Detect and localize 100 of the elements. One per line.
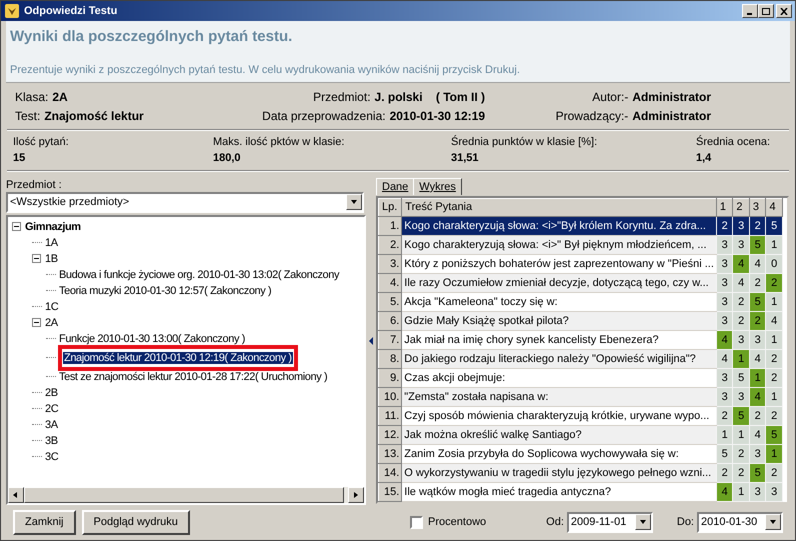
tree-item[interactable]: 2B bbox=[44, 384, 59, 402]
table-row[interactable]: 9. Czas akcji obejmuje: 3 5 1 2 bbox=[378, 368, 782, 388]
stat-value: 31,51 bbox=[451, 151, 480, 166]
table-cell: Jak miał na imię chory synek kancelisty Ebenezera? bbox=[402, 330, 716, 350]
table-cell: 1 bbox=[716, 425, 733, 444]
stat-value: 1,4 bbox=[696, 151, 712, 166]
tree-item[interactable]: Test ze znajomości lektur 2010-01-28 17:22( Uruchomiony ) bbox=[58, 368, 328, 386]
table-row[interactable]: 1. Kogo charakteryzują słowa: <i>"Był królem Koryntu. Za zdra... 2 3 2 5 bbox=[378, 216, 782, 236]
table-cell: Do jakiego rodzaju literackiego należy "Opowieść wigilijna"? bbox=[402, 349, 716, 368]
tree-item[interactable]: Teoria muzyki 2010-01-30 12:57( Zakonczony ) bbox=[58, 282, 272, 300]
row-number: 11. bbox=[378, 406, 402, 426]
tree-item[interactable]: 2C bbox=[44, 400, 60, 418]
table-row[interactable]: 11. Czyj sposób mówienia charakteryzują krótkie, urywane wypo... 2 5 2 2 bbox=[378, 406, 782, 426]
info-label: Przedmiot: bbox=[313, 88, 371, 106]
caret-icon bbox=[350, 198, 358, 206]
table-cell: 3 bbox=[716, 311, 733, 330]
table-row[interactable]: 15. Ile wątków mogła mieć tragedia antyczna? 4 1 3 3 bbox=[378, 482, 782, 502]
column-header[interactable]: 1 bbox=[716, 198, 733, 216]
table-cell: Kogo charakteryzują słowa: <i>" Był pięknym młodzieńcem, ... bbox=[402, 235, 716, 254]
table-row[interactable]: 10. "Zemsta" została napisana w: 3 3 4 1 bbox=[378, 387, 782, 406]
row-number: 12. bbox=[378, 425, 402, 444]
table-row[interactable]: 14. O wykorzystywaniu w tragedii stylu językowego pełnego wzni... 2 2 5 2 bbox=[378, 463, 782, 482]
info-value: Administrator bbox=[632, 108, 711, 125]
row-number: 3. bbox=[378, 254, 402, 274]
tree-item[interactable]: Gimnazjum bbox=[24, 218, 82, 236]
column-header[interactable]: Lp. bbox=[378, 198, 402, 216]
table-cell: Czyj sposób mówienia charakteryzują krótkie, urywane wypo... bbox=[402, 406, 716, 426]
caret-icon bbox=[769, 518, 777, 526]
collapse-icon[interactable] bbox=[12, 222, 21, 232]
collapse-icon[interactable] bbox=[32, 318, 41, 328]
row-number: 1. bbox=[378, 216, 402, 236]
app-icon bbox=[4, 3, 20, 20]
table-row[interactable]: 6. Gdzie Mały Książę spotkał pilota? 3 2 2 4 bbox=[378, 311, 782, 330]
info-label: Test: bbox=[15, 108, 40, 125]
arrow-icon bbox=[368, 336, 374, 345]
column-header[interactable]: 4 bbox=[766, 198, 782, 216]
combo-box[interactable]: <Wszystkie przedmioty> bbox=[6, 192, 364, 213]
column-header[interactable]: 2 bbox=[732, 198, 750, 216]
minimize-button[interactable] bbox=[742, 4, 758, 18]
header-description: Prezentuje wyniki z poszczególnych pytań testu. W celu wydrukowania wyników naciśnij przycisk Drukuj. bbox=[10, 62, 521, 78]
info-value: Administrator bbox=[632, 88, 711, 106]
stat-label: Maks. ilość pktów w klasie: bbox=[213, 134, 346, 150]
close-button[interactable] bbox=[776, 4, 792, 18]
table-row[interactable]: 8. Do jakiego rodzaju literackiego należy "Opowieść wigilijna"? 4 1 4 2 bbox=[378, 349, 782, 368]
table-cell: 3 bbox=[716, 273, 733, 292]
table-row[interactable]: 13. Zanim Zosia przybyła do Soplicowa wychowywała się w: 5 2 3 1 bbox=[378, 444, 782, 464]
info-label: Data przeprowadzenia: bbox=[262, 108, 386, 125]
info-label: Klasa: bbox=[15, 88, 48, 106]
info-value: 2A bbox=[52, 88, 68, 106]
table-row[interactable]: 7. Jak miał na imię chory synek kancelisty Ebenezera? 4 3 3 1 bbox=[378, 330, 782, 350]
tree-item[interactable]: Znajomość lektur 2010-01-30 12:19( Zakonczony ) bbox=[63, 352, 293, 364]
tab[interactable]: Wykres bbox=[413, 178, 462, 195]
table-cell: 3 bbox=[716, 368, 733, 388]
table-row[interactable]: 3. Który z poniższych bohaterów jest zaprezentowany w "Pieśni ... 3 4 4 0 bbox=[378, 254, 782, 274]
window-title: Odpowiedzi Testu bbox=[24, 4, 118, 19]
horizontal-scrollbar[interactable] bbox=[8, 486, 364, 503]
arrow-icon bbox=[352, 490, 360, 499]
row-number: 8. bbox=[378, 349, 402, 368]
collapse-icon[interactable] bbox=[32, 254, 41, 264]
date-from-label: Od: bbox=[546, 515, 564, 530]
table-cell: Zanim Zosia przybyła do Soplicowa wychowywała się w: bbox=[402, 444, 716, 464]
table-cell: 2 bbox=[716, 406, 733, 426]
tree-item[interactable]: 3A bbox=[44, 416, 59, 434]
print-preview-button[interactable]: Podgląd wydruku bbox=[82, 510, 190, 535]
stat-value: 15 bbox=[13, 151, 26, 166]
tab[interactable]: Dane bbox=[376, 178, 414, 195]
tree-item[interactable]: 3B bbox=[44, 432, 59, 450]
date-to-label: Do: bbox=[676, 515, 694, 530]
column-header[interactable]: Treść Pytania bbox=[402, 198, 716, 216]
table-row[interactable]: 12. Jak można określić walkę Santiago? 1 1 4 5 bbox=[378, 425, 782, 444]
table-row[interactable]: 5. Akcja "Kameleona" toczy się w: 3 2 5 1 bbox=[378, 292, 782, 312]
tree-item[interactable]: 2A bbox=[44, 314, 59, 332]
combo-box[interactable]: 2009-11-01 bbox=[566, 512, 653, 533]
info-label: Prowadzący:- bbox=[556, 108, 628, 125]
row-number: 4. bbox=[378, 273, 402, 292]
table-cell: O wykorzystywaniu w tragedii stylu językowego pełnego wzni... bbox=[402, 463, 716, 482]
table-cell: Ile razy Oczumiełow zmieniał decyzje, dotyczącą tego, czy w... bbox=[402, 273, 716, 292]
tree-item[interactable]: 1C bbox=[44, 298, 60, 316]
tree-item[interactable]: 1A bbox=[44, 234, 59, 252]
tree-item[interactable]: Budowa i funkcje życiowe org. 2010-01-30 13:02( Zakonczony bbox=[58, 266, 340, 284]
table-cell: 3 bbox=[716, 254, 733, 274]
maximize-button[interactable] bbox=[758, 4, 774, 18]
combo-box[interactable]: 2010-01-30 bbox=[697, 512, 783, 533]
row-number: 7. bbox=[378, 330, 402, 350]
header-title: Wyniki dla poszczególnych pytań testu. bbox=[10, 27, 294, 48]
stat-label: Ilość pytań: bbox=[13, 134, 70, 150]
column-header[interactable]: 3 bbox=[749, 198, 766, 216]
row-number: 2. bbox=[378, 235, 402, 254]
table-row[interactable]: 4. Ile razy Oczumiełow zmieniał decyzje, dotyczącą tego, czy w... 3 4 2 2 bbox=[378, 273, 782, 292]
table-cell: 2 bbox=[716, 216, 733, 236]
table-cell: Jak można określić walkę Santiago? bbox=[402, 425, 716, 444]
tree-item[interactable]: Funkcje 2010-01-30 13:00( Zakonczony ) bbox=[58, 330, 246, 348]
tree-item[interactable]: 1B bbox=[44, 250, 59, 268]
table-cell: Gdzie Mały Książę spotkał pilota? bbox=[402, 311, 716, 330]
table-cell: Akcja "Kameleona" toczy się w: bbox=[402, 292, 716, 312]
table-row[interactable]: 2. Kogo charakteryzują słowa: <i>" Był pięknym młodzieńcem, ... 3 3 5 1 bbox=[378, 235, 782, 254]
tree-item[interactable]: 3C bbox=[44, 448, 60, 466]
caret-icon bbox=[638, 518, 647, 526]
checkbox[interactable] bbox=[410, 516, 424, 529]
close-button[interactable]: Zamknij bbox=[13, 510, 76, 535]
